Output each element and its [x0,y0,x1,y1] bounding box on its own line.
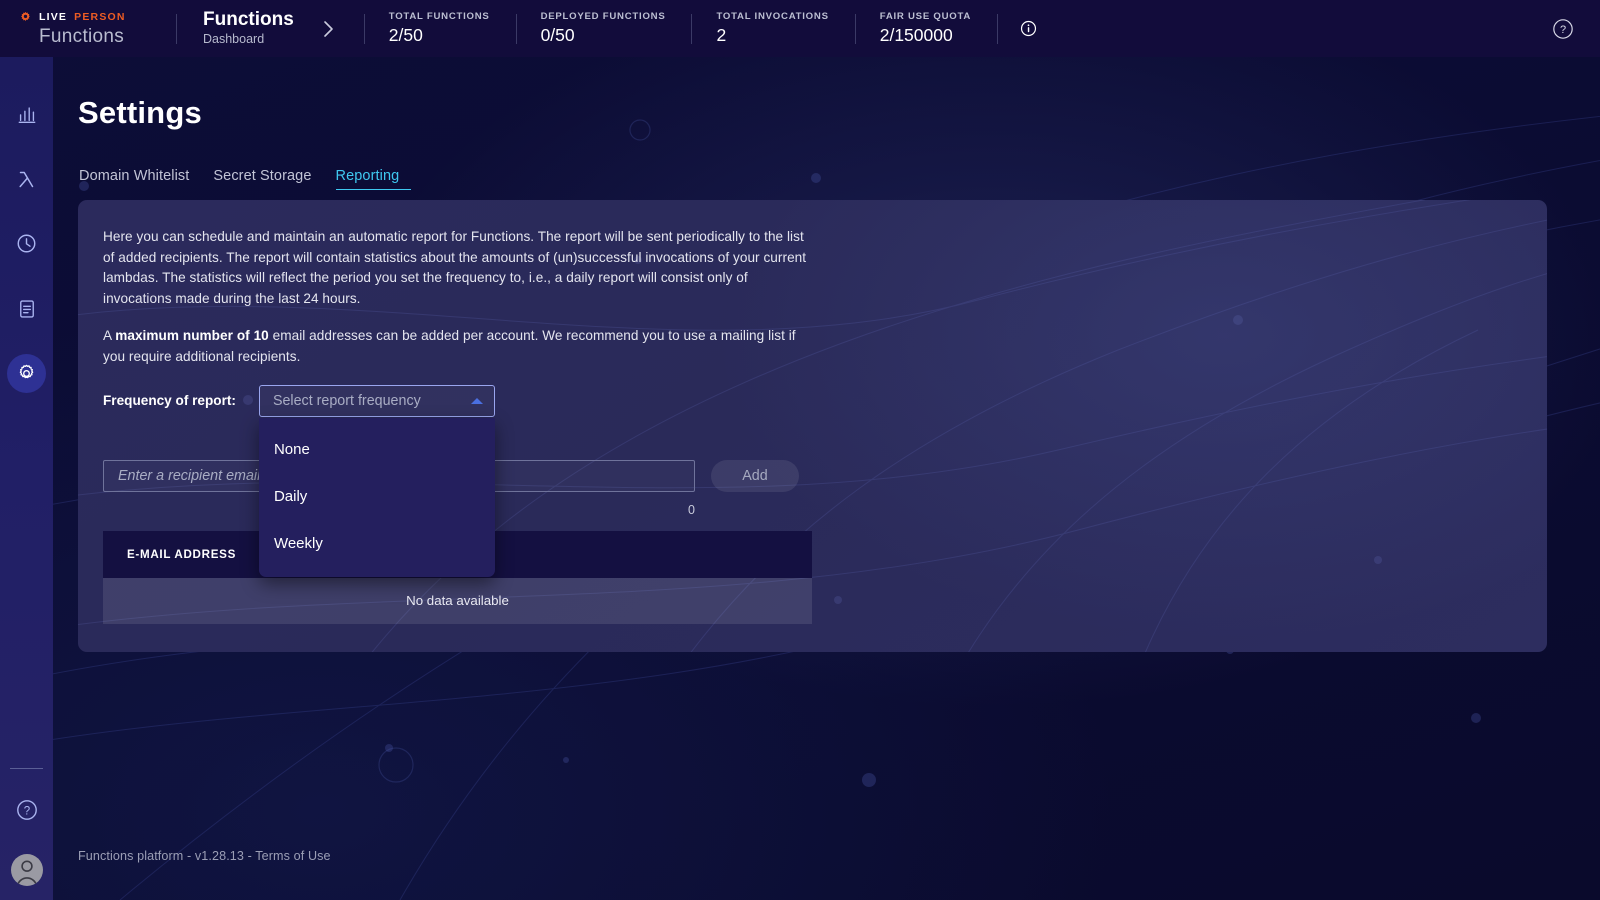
card-content: Here you can schedule and maintain an au… [78,200,1547,624]
dropdown-option-weekly[interactable]: Weekly [259,520,495,567]
breadcrumb[interactable]: Functions Dashboard [177,8,316,48]
header-info-button[interactable] [998,20,1059,37]
frequency-row: Frequency of report: Select report frequ… [103,384,1547,577]
stat-value: 2/50 [388,25,423,46]
stat-deployed-functions: DEPLOYED FUNCTIONS 0/50 [517,0,692,57]
description-paragraph-1: Here you can schedule and maintain an au… [103,229,807,306]
info-circle-icon [1021,20,1037,37]
stat-label: DEPLOYED FUNCTIONS [540,10,666,22]
brand-live-text: LIVE [39,11,68,24]
clock-icon [15,232,38,255]
frequency-dropdown-menu: None Daily Weekly [258,417,495,577]
reporting-card: Here you can schedule and maintain an au… [78,200,1547,652]
frequency-select-placeholder: Select report frequency [272,392,421,409]
stat-total-functions: TOTAL FUNCTIONS 2/50 [365,0,516,57]
sidebar-item-logs[interactable] [0,282,53,335]
chevron-right-icon [316,19,342,39]
sidebar-item-history[interactable] [0,217,53,270]
tab-reporting[interactable]: Reporting [335,168,412,190]
svg-text:?: ? [23,805,29,817]
brand-product-name: Functions [39,26,125,47]
frequency-label: Frequency of report: [103,393,236,409]
bar-chart-icon [16,103,38,125]
brand-logo[interactable]: LIVE PERSON Functions [0,0,176,57]
stat-label: TOTAL FUNCTIONS [388,10,490,22]
stat-value: 2/150000 [879,25,953,46]
top-header-bar: LIVE PERSON Functions Functions Dashboard… [0,0,1600,57]
left-sidebar: ? [0,57,53,900]
sidebar-divider [10,768,43,769]
tab-secret-storage[interactable]: Secret Storage [213,168,323,190]
stat-value: 2 [716,25,727,46]
question-circle-icon: ? [1553,18,1573,39]
column-header-email-address: E-MAIL ADDRESS [127,547,236,561]
frequency-select[interactable]: Select report frequency [258,384,495,417]
sidebar-item-help[interactable]: ? [0,783,53,836]
stat-value: 0/50 [540,25,575,46]
brand-person-text: PERSON [74,11,126,24]
app-root: LIVE PERSON Functions Functions Dashboard… [0,0,1600,900]
question-circle-icon: ? [15,798,39,822]
description-paragraph-2: A maximum number of 10 email addresses c… [103,326,808,367]
table-empty-state: No data available [103,577,812,624]
main-content: Settings Domain Whitelist Secret Storage… [53,57,1600,900]
svg-text:?: ? [1560,24,1566,36]
stat-label: FAIR USE QUOTA [879,10,972,22]
paragraph2-bold: maximum number of 10 [115,328,269,344]
header-help-button[interactable]: ? [1552,18,1600,40]
gear-icon [16,363,37,384]
footer-version-text: Functions platform - v1.28.13 - [78,849,256,863]
avatar[interactable] [10,854,43,886]
sidebar-item-settings[interactable] [0,347,53,400]
add-recipient-button[interactable]: Add [711,459,799,492]
stat-total-invocations: TOTAL INVOCATIONS 2 [692,0,854,57]
caret-up-icon [470,397,483,404]
sidebar-item-functions[interactable] [0,152,53,205]
settings-tabs: Domain Whitelist Secret Storage Reportin… [79,168,423,190]
page-title: Settings [78,95,202,130]
stat-fair-use-quota: FAIR USE QUOTA 2/150000 [856,0,997,57]
gear-logo-icon [21,11,30,21]
breadcrumb-subtitle: Dashboard [203,31,265,46]
sidebar-item-dashboard[interactable] [0,87,53,140]
terms-of-use-link[interactable]: Terms of Use [255,849,330,863]
breadcrumb-title: Functions [203,8,294,30]
sidebar-bottom-group: ? [0,754,53,900]
frequency-select-wrapper: Select report frequency None Daily Weekl… [258,384,495,577]
tab-domain-whitelist[interactable]: Domain Whitelist [79,168,201,190]
lambda-icon [15,167,39,191]
stat-label: TOTAL INVOCATIONS [716,10,829,22]
footer: Functions platform - v1.28.13 - Terms of… [78,849,331,863]
dropdown-option-none[interactable]: None [259,426,495,473]
dropdown-option-daily[interactable]: Daily [259,473,495,520]
user-avatar-icon [16,860,37,886]
paragraph2-pre: A [103,328,116,344]
document-icon [16,298,38,320]
